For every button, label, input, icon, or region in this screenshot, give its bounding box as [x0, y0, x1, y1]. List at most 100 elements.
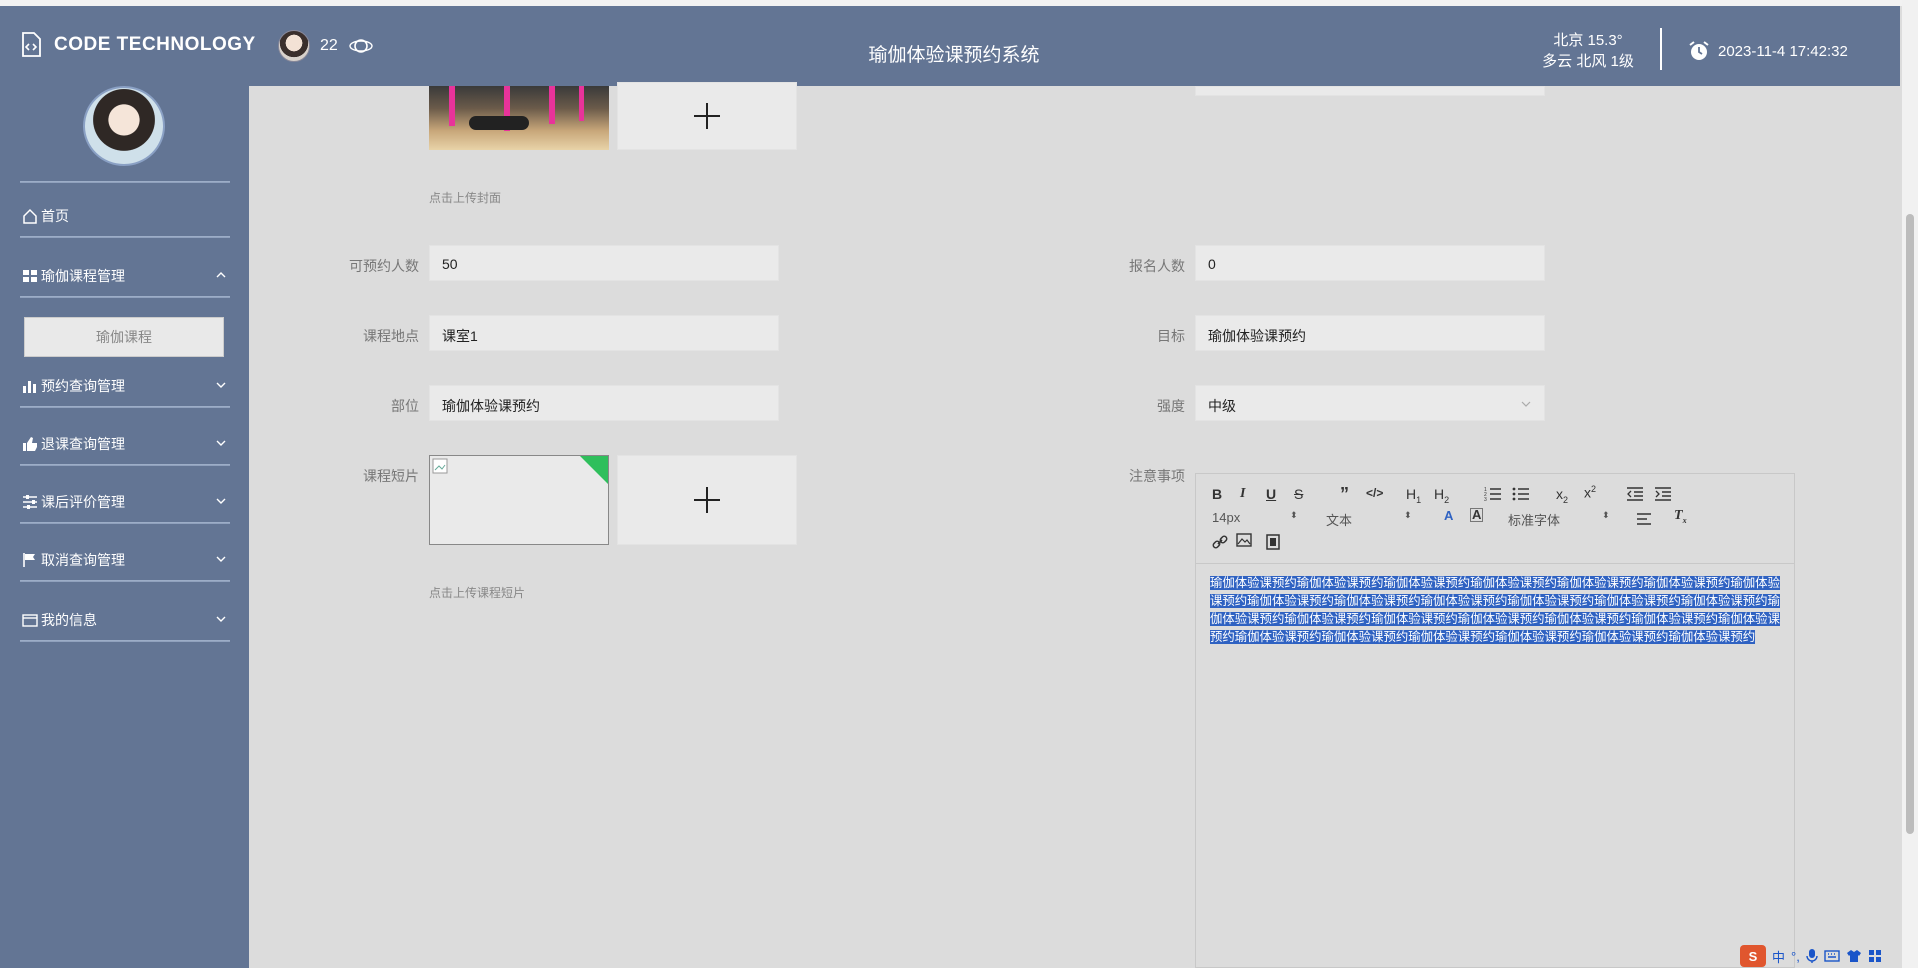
strikethrough-icon[interactable]: S: [1294, 486, 1303, 502]
sidebar-item-label: 瑜伽课程管理: [41, 268, 125, 284]
font-family-select[interactable]: 标准字体: [1508, 510, 1560, 529]
video-icon[interactable]: [1266, 534, 1280, 550]
sidebar-item-home[interactable]: 首页: [22, 204, 232, 228]
chevron-down-icon: [216, 616, 226, 622]
location-input[interactable]: 课室1: [429, 315, 779, 351]
datetime: 2023-11-4 17:42:32: [1718, 42, 1848, 60]
keyboard-icon[interactable]: [1824, 949, 1840, 963]
font-size-select[interactable]: 14px: [1212, 510, 1240, 525]
capacity-input[interactable]: 50: [429, 245, 779, 281]
goal-input[interactable]: 瑜伽体验课预约: [1195, 315, 1545, 351]
part-label: 部位: [391, 398, 419, 414]
capacity-label: 可预约人数: [349, 258, 419, 274]
success-badge: [580, 456, 608, 484]
sidebar-item-cancel-query[interactable]: 取消查询管理: [22, 548, 232, 572]
ime-toolbar[interactable]: S 中 °,: [1740, 944, 1902, 968]
grid-icon: [22, 268, 38, 284]
flag-icon: [22, 552, 38, 568]
sidebar-item-label: 取消查询管理: [41, 552, 125, 568]
heading2-icon[interactable]: H2: [1434, 486, 1449, 505]
editor-toolbar: B I U S ” </> H1 H2 123 x2 x2 14px ⬍ 文本 …: [1196, 474, 1794, 564]
sidebar-divider: [20, 640, 230, 642]
top-header: CODE TECHNOLOGY 22 瑜伽体验课预约系统 北京 15.3° 多云…: [0, 6, 1900, 86]
grid-menu-icon[interactable]: [1868, 949, 1882, 963]
intensity-label: 强度: [1157, 398, 1185, 414]
intensity-select[interactable]: 中级: [1195, 385, 1545, 421]
notes-label: 注意事项: [1129, 468, 1185, 484]
underline-icon[interactable]: U: [1266, 486, 1276, 502]
ordered-list-icon[interactable]: 123: [1484, 486, 1502, 502]
italic-icon[interactable]: I: [1240, 486, 1245, 502]
enrolled-label: 报名人数: [1129, 258, 1185, 274]
svg-text:3: 3: [1484, 497, 1487, 502]
block-type-select[interactable]: 文本: [1326, 510, 1352, 529]
video-upload-button[interactable]: [617, 455, 797, 545]
sidebar-item-booking-query[interactable]: 预约查询管理: [22, 374, 232, 398]
chevron-down-icon: [1521, 401, 1531, 407]
punctuation-icon[interactable]: °,: [1791, 949, 1800, 964]
scrollbar-thumb[interactable]: [1906, 214, 1914, 834]
broken-image-icon: [432, 458, 448, 474]
sidebar-divider: [20, 296, 230, 298]
chevron-down-icon: [216, 440, 226, 446]
chevron-up-icon: [216, 272, 226, 278]
link-icon[interactable]: [1212, 534, 1228, 550]
ime-mode[interactable]: 中: [1772, 947, 1785, 966]
sidebar-item-label: 退课查询管理: [41, 436, 125, 452]
sliders-icon: [22, 494, 38, 510]
cover-image[interactable]: [429, 86, 609, 150]
enrolled-input[interactable]: 0: [1195, 245, 1545, 281]
sidebar-item-withdraw-query[interactable]: 退课查询管理: [22, 432, 232, 456]
image-icon[interactable]: [1236, 532, 1252, 548]
plus-icon: [694, 487, 720, 513]
cover-upload-button[interactable]: [617, 82, 797, 150]
bar-chart-icon: [22, 378, 38, 394]
page-scrollbar[interactable]: [1902, 0, 1918, 968]
sidebar-item-review-mgmt[interactable]: 课后评价管理: [22, 490, 232, 514]
font-color-icon[interactable]: A: [1444, 508, 1453, 523]
align-icon[interactable]: [1636, 512, 1652, 526]
background-color-icon[interactable]: A: [1470, 508, 1484, 522]
indent-icon[interactable]: [1654, 486, 1672, 502]
chevron-down-icon: [216, 382, 226, 388]
updown-icon: ⬍: [1404, 510, 1412, 520]
rich-text-editor[interactable]: B I U S ” </> H1 H2 123 x2 x2 14px ⬍ 文本 …: [1195, 473, 1795, 968]
bullet-list-icon[interactable]: [1512, 486, 1530, 502]
sidebar-item-my-info[interactable]: 我的信息: [22, 608, 232, 632]
home-icon: [22, 208, 38, 224]
bold-icon[interactable]: B: [1212, 486, 1222, 502]
video-preview[interactable]: [429, 455, 609, 545]
sidebar-subitem-yoga-course[interactable]: 瑜伽课程: [24, 317, 224, 357]
selected-text: 瑜伽体验课预约瑜伽体验课预约瑜伽体验课预约瑜伽体验课预约瑜伽体验课预约瑜伽体验课…: [1210, 576, 1780, 644]
video-upload-tip: 点击上传课程短片: [429, 586, 526, 600]
weather-line2: 多云 北风 1级: [1542, 53, 1634, 70]
outdent-icon[interactable]: [1626, 486, 1644, 502]
quote-icon[interactable]: ”: [1340, 484, 1349, 505]
microphone-icon[interactable]: [1806, 948, 1818, 964]
chevron-down-icon: [216, 556, 226, 562]
sidebar-item-course-mgmt[interactable]: 瑜伽课程管理: [22, 264, 232, 288]
video-label: 课程短片: [363, 468, 419, 484]
scrolled-field-edge: [1195, 86, 1545, 96]
part-input[interactable]: 瑜伽体验课预约: [429, 385, 779, 421]
sidebar-divider: [20, 464, 230, 466]
sogou-logo-icon: S: [1740, 945, 1766, 967]
superscript-icon[interactable]: x2: [1584, 484, 1596, 501]
updown-icon: ⬍: [1602, 510, 1610, 520]
chevron-down-icon: [216, 498, 226, 504]
updown-icon: ⬍: [1290, 510, 1298, 520]
thumb-icon: [22, 436, 38, 452]
code-icon[interactable]: </>: [1366, 486, 1383, 500]
sidebar-divider: [20, 580, 230, 582]
subscript-icon[interactable]: x2: [1556, 486, 1568, 505]
clear-format-icon[interactable]: Tx: [1674, 508, 1687, 525]
plus-icon: [694, 103, 720, 129]
goal-label: 目标: [1157, 328, 1185, 344]
sidebar-item-label: 课后评价管理: [41, 494, 125, 510]
sidebar-divider: [20, 236, 230, 238]
editor-content[interactable]: 瑜伽体验课预约瑜伽体验课预约瑜伽体验课预约瑜伽体验课预约瑜伽体验课预约瑜伽体验课…: [1210, 574, 1784, 646]
weather: 北京 15.3° 多云 北风 1级: [1538, 30, 1638, 72]
shirt-icon[interactable]: [1846, 949, 1862, 963]
sidebar-item-label: 首页: [41, 208, 69, 224]
heading1-icon[interactable]: H1: [1406, 486, 1421, 505]
